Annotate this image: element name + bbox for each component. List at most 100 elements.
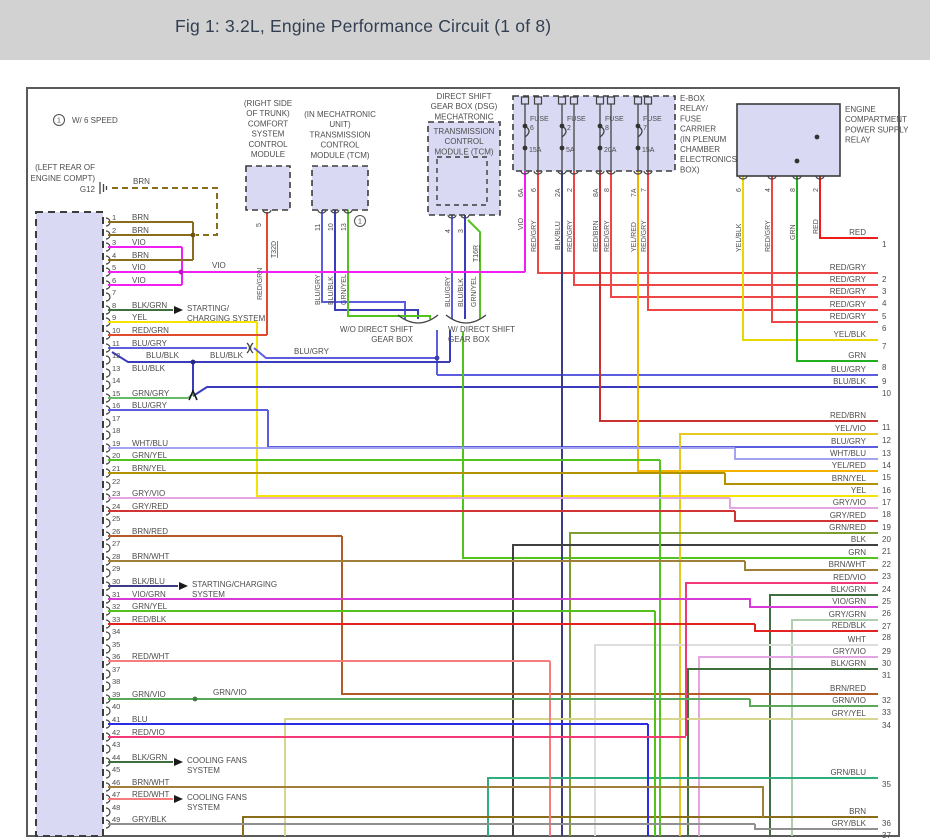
left-pin-wire-label: RED/WHT: [132, 652, 169, 661]
left-pin-number: 12: [112, 351, 120, 360]
left-pin-wire-label: YEL: [132, 313, 148, 322]
right-row-wire-label: GRY/VIO: [833, 647, 866, 656]
comfort-module-label: (RIGHT SIDE: [244, 99, 292, 108]
fuse-word: FUSE: [530, 116, 549, 123]
wire: [112, 187, 218, 236]
ebox-fuse-carrier-label: CARRIER: [680, 125, 716, 134]
right-row-wire-label: RED/BRN: [830, 411, 866, 420]
left-pin-number: 35: [112, 640, 120, 649]
ebox-fuse-carrier-label: (IN PLENUM: [680, 135, 727, 144]
system-arrow-icon: [174, 306, 183, 314]
rotated-wire-label: BLU/GRY: [445, 276, 452, 307]
power-supply-relay-box: [736, 103, 841, 177]
pin-bump: [105, 669, 111, 679]
left-pin-number: 1: [112, 213, 116, 222]
ebox-fuse-carrier-box: [512, 95, 676, 172]
junction-dot: [190, 232, 196, 238]
left-pin-number: 29: [112, 564, 120, 573]
right-row-wire-label: YEL/BLK: [834, 330, 867, 339]
right-row-number: 20: [882, 535, 891, 544]
rotated-wire-label: RED/GRY: [641, 220, 648, 252]
wire: [242, 816, 878, 836]
right-row-wire-label: BRN/YEL: [832, 474, 867, 483]
right-row-wire-label: GRN/RED: [829, 523, 866, 532]
right-row-wire-label: GRY/BLK: [831, 819, 866, 828]
left-pin-number: 4: [112, 251, 116, 260]
comfort-module-label: MODULE: [251, 150, 285, 159]
right-row-wire-label: GRY/RED: [830, 511, 867, 520]
left-pin-number: 18: [112, 426, 120, 435]
symbol-path: [246, 342, 251, 354]
tcm-module-label: (IN MECHATRONIC: [304, 110, 376, 119]
left-pin-wire-label: RED/VIO: [132, 728, 165, 737]
left-pin-number: 15: [112, 389, 120, 398]
left-pin-number: 2: [112, 226, 116, 235]
right-row-number: 21: [882, 547, 891, 556]
wire: [267, 410, 878, 448]
left-pin-wire-label: GRY/BLK: [132, 815, 167, 824]
right-row-wire-label: BLK: [851, 535, 867, 544]
ground-id: G12: [80, 185, 96, 194]
right-row-number: 30: [882, 659, 891, 668]
right-row-wire-label: RED/GRY: [830, 312, 867, 321]
rotated-wire-label: 10: [328, 223, 335, 231]
fuse-number: 2: [567, 125, 571, 132]
rotated-wire-label: YEL/BLK: [736, 223, 743, 252]
left-pin-wire-label: BLK/GRN: [132, 753, 167, 762]
right-row-wire-label: GRN/VIO: [832, 696, 866, 705]
junction-dot: [559, 123, 565, 129]
system-arrow-icon: [174, 795, 183, 803]
left-pin-number: 24: [112, 502, 120, 511]
right-row-number: 19: [882, 523, 891, 532]
left-pin-wire-label: BRN/RED: [132, 527, 168, 536]
left-pin-wire-label: BRN: [132, 213, 149, 222]
right-row-number: 16: [882, 486, 891, 495]
right-row-number: 9: [882, 377, 887, 386]
left-pin-wire-label: VIO: [132, 276, 146, 285]
junction-dot: [597, 145, 603, 151]
rotated-wire-label: RED/GRY: [567, 220, 574, 252]
note-text: W/ 6 SPEED: [72, 116, 118, 125]
system-ref-label: COOLING FANS: [187, 793, 247, 802]
right-row-number: 24: [882, 585, 891, 594]
left-pin-number: 47: [112, 790, 120, 799]
wiring-diagram-canvas: 1 BRN 2 BRN 3 VIO 4 BRN 5 VIO 6 VIO 7 8 BLK/GRN STARTIN…: [26, 87, 909, 839]
left-pin-number: 25: [112, 514, 120, 523]
pin-bump: [105, 380, 111, 390]
right-row-number: 23: [882, 572, 891, 581]
power-supply-relay-label: COMPARTMENT: [845, 115, 907, 124]
dsg-module-label: GEAR BOX (DSG): [431, 102, 498, 111]
left-pin-wire-label: VIO/GRN: [132, 590, 166, 599]
left-pin-number: 26: [112, 527, 120, 536]
dsg-module-label: DIRECT SHIFT: [437, 92, 492, 101]
right-row-number: 10: [882, 389, 891, 398]
rotated-wire-label: 7: [641, 188, 648, 192]
left-pin-wire-label: BLK/GRN: [132, 301, 167, 310]
left-pin-number: 33: [112, 615, 120, 624]
left-pin-wire-label: BRN: [132, 226, 149, 235]
rotated-wire-label: BLU/BLK: [458, 278, 465, 307]
left-pin-number: 16: [112, 401, 120, 410]
power-supply-relay-label: RELAY: [845, 136, 871, 145]
right-row-number: 7: [882, 342, 887, 351]
comfort-module-label: SYSTEM: [252, 130, 285, 139]
rotated-wire-label: 6: [736, 188, 743, 192]
pin-bump: [105, 644, 111, 654]
rotated-wire-label: RED/GRN: [257, 268, 264, 300]
junction-dot: [635, 123, 641, 129]
junction-dot: [178, 269, 184, 275]
tcm-module-label: TRANSMISSION: [310, 130, 371, 139]
left-pin-number: 11: [112, 339, 120, 348]
mid-wire-label: W/ DIRECT SHIFT: [448, 325, 515, 334]
right-row-wire-label: WHT: [848, 635, 866, 644]
left-pin-number: 14: [112, 376, 120, 385]
rotated-wire-label: 8A: [593, 188, 600, 197]
pin-bump: [105, 769, 111, 779]
mid-wire-label: GEAR BOX: [448, 335, 490, 344]
right-row-number: 6: [882, 324, 887, 333]
left-pin-number: 10: [112, 326, 120, 335]
rotated-wire-label: 5: [256, 223, 263, 227]
pin-bump: [105, 681, 111, 691]
right-row-wire-label: YEL/VIO: [835, 424, 866, 433]
left-pin-number: 40: [112, 702, 120, 711]
